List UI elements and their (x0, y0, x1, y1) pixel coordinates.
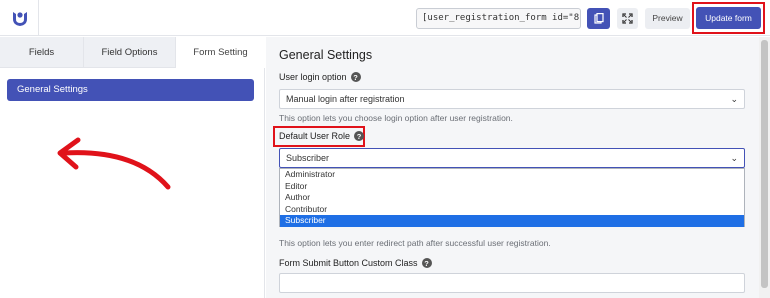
sidebar-tabs: Fields Field Options Form Setting (0, 37, 265, 68)
default-user-role-value: Subscriber (286, 153, 330, 163)
help-icon[interactable]: ? (421, 258, 432, 268)
fullscreen-button[interactable] (617, 8, 638, 29)
expand-icon (622, 13, 633, 24)
submit-button-class-label: Form Submit Button Custom Class ? (279, 258, 432, 268)
redirect-help: This option lets you enter redirect path… (279, 238, 551, 248)
default-user-role-label-text: Default User Role (279, 131, 351, 141)
user-registration-logo-icon[interactable] (10, 8, 30, 28)
user-login-option-value: Manual login after registration (286, 94, 405, 104)
tab-field-options[interactable]: Field Options (84, 37, 176, 68)
page-title: General Settings (279, 48, 373, 62)
submit-button-class-label-text: Form Submit Button Custom Class (279, 258, 418, 268)
user-login-option-help: This option lets you choose login option… (279, 113, 513, 123)
submit-button-class-input[interactable] (279, 273, 745, 293)
copy-icon (593, 13, 604, 24)
scrollbar-thumb[interactable] (761, 40, 768, 288)
help-icon[interactable]: ? (350, 72, 361, 82)
builder-sidebar: Fields Field Options Form Setting Genera… (0, 37, 265, 298)
settings-panel: General Settings User login option ? Man… (266, 37, 770, 298)
chevron-down-icon: ⌄ (730, 153, 738, 163)
user-login-option-label: User login option ? (279, 72, 361, 82)
top-bar: [user_registration_form id="8"] Preview … (0, 0, 770, 36)
shortcode-field[interactable]: [user_registration_form id="8"] (416, 8, 581, 29)
option-administrator[interactable]: Administrator (280, 169, 744, 181)
sidebar-item-general-settings[interactable]: General Settings (7, 79, 254, 101)
default-user-role-options: Administrator Editor Author Contributor … (279, 168, 745, 227)
logo-divider (38, 0, 39, 36)
user-login-option-label-text: User login option (279, 72, 347, 82)
update-button-highlight: Update form (692, 2, 765, 34)
preview-button[interactable]: Preview (645, 8, 690, 29)
help-icon[interactable]: ? (354, 131, 365, 141)
tab-fields[interactable]: Fields (0, 37, 84, 68)
option-author[interactable]: Author (280, 192, 744, 204)
option-subscriber[interactable]: Subscriber (280, 215, 744, 227)
option-editor[interactable]: Editor (280, 181, 744, 193)
user-login-option-select[interactable]: Manual login after registration ⌄ (279, 89, 745, 109)
default-user-role-select[interactable]: Subscriber ⌄ (279, 148, 745, 168)
option-contributor[interactable]: Contributor (280, 204, 744, 216)
tab-form-setting[interactable]: Form Setting (176, 37, 265, 68)
annotation-arrow-icon (57, 137, 171, 190)
update-form-button[interactable]: Update form (696, 7, 761, 29)
chevron-down-icon: ⌄ (730, 94, 738, 104)
copy-shortcode-button[interactable] (587, 8, 610, 29)
default-user-role-label: Default User Role ? (279, 131, 365, 141)
